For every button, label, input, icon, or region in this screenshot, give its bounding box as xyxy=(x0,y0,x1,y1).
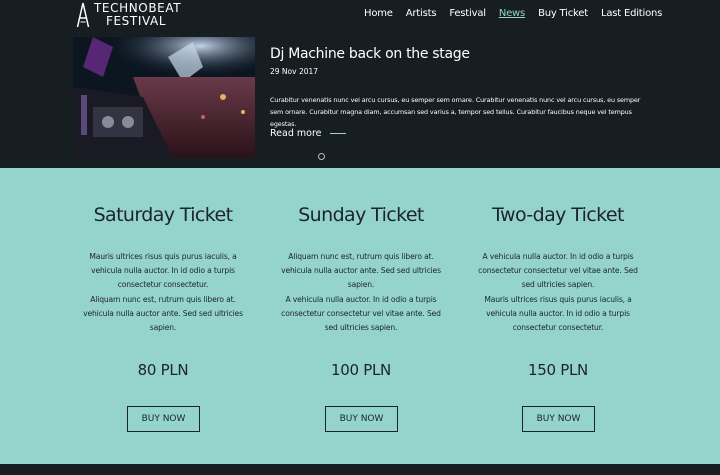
desc-line: consectetur consectetur. xyxy=(512,323,604,333)
footer-bar xyxy=(0,464,720,475)
main-nav: Home Artists Festival News Buy Ticket La… xyxy=(364,8,675,19)
desc-line: vehicula nulla auctor ante. Sed sed ultr… xyxy=(83,308,243,318)
triangle-logo-icon xyxy=(76,2,90,28)
news-date: 29 Nov 2017 xyxy=(270,67,319,76)
nav-item-home[interactable]: Home xyxy=(364,8,393,19)
ticket-price: 80 PLN xyxy=(137,361,189,379)
desc-line: A vehicula nulla auctor. In id odio a tu… xyxy=(482,252,634,261)
nav-item-buy-ticket[interactable]: Buy Ticket xyxy=(538,8,588,19)
desc-line: sed ultricies sapien. xyxy=(521,280,595,290)
dj-concert-photo xyxy=(73,37,255,158)
read-more-label: Read more xyxy=(270,128,322,139)
desc-line: vehicula nulla auctor. In id odio a turp… xyxy=(91,266,235,276)
desc-line: consectetur consectetur vel vitae ante. … xyxy=(478,266,638,276)
desc-line: consectetur consectetur. xyxy=(117,280,209,290)
nav-item-festival[interactable]: Festival xyxy=(449,8,486,19)
nav-item-news[interactable]: News xyxy=(499,8,525,19)
brand-line-2: FESTIVAL xyxy=(106,14,167,28)
buy-now-button[interactable]: BUY NOW xyxy=(522,406,595,432)
ticket-description: Mauris ultrices risus quis purus iaculis… xyxy=(73,250,253,335)
desc-line: consectetur consectetur vel vitae ante. … xyxy=(281,308,441,318)
desc-line: sed ultricies sapien. xyxy=(324,323,398,333)
news-image xyxy=(73,37,255,158)
desc-line: A vehicula nulla auctor. In id odio a tu… xyxy=(285,294,437,304)
brand-logo[interactable]: TECHNOBEAT FESTIVAL xyxy=(76,2,181,28)
brand-line-1: TECHNOBEAT xyxy=(94,1,182,15)
ticket-description: A vehicula nulla auctor. In id odio a tu… xyxy=(468,250,648,335)
desc-line: Mauris ultrices risus quis purus iaculis… xyxy=(484,294,632,304)
ticket-price: 150 PLN xyxy=(528,361,588,379)
desc-line: Mauris ultrices risus quis purus iaculis… xyxy=(89,252,237,261)
ticket-title: Two-day Ticket xyxy=(492,204,624,226)
desc-line: sapien. xyxy=(347,280,375,290)
read-more-line xyxy=(329,132,346,135)
header-section: TECHNOBEAT FESTIVAL Home Artists Festiva… xyxy=(0,0,720,168)
ticket-title: Sunday Ticket xyxy=(298,204,424,226)
news-title[interactable]: Dj Machine back on the stage xyxy=(270,46,470,62)
nav-item-artists[interactable]: Artists xyxy=(406,8,437,19)
read-more-link[interactable]: Read more xyxy=(270,128,346,139)
ticket-description: Aliquam nunc est, rutrum quis libero at.… xyxy=(271,250,451,335)
carousel-dot[interactable] xyxy=(318,153,325,160)
nav-item-last-editions[interactable]: Last Editions xyxy=(601,8,662,19)
ticket-title: Saturday Ticket xyxy=(93,204,233,226)
buy-now-button[interactable]: BUY NOW xyxy=(127,406,200,432)
buy-now-button[interactable]: BUY NOW xyxy=(325,406,398,432)
desc-line: Aliquam nunc est, rutrum quis libero at. xyxy=(288,252,434,261)
desc-line: Aliquam nunc est, rutrum quis libero at. xyxy=(90,294,236,304)
desc-line: sapien. xyxy=(149,323,177,333)
desc-line: vehicula nulla auctor. In id odio a turp… xyxy=(486,308,630,318)
desc-line: vehicula nulla auctor ante. Sed sed ultr… xyxy=(281,266,441,276)
tickets-section: Saturday Ticket Mauris ultrices risus qu… xyxy=(0,168,720,464)
news-body: Curabitur venenatis nunc vel arcu cursus… xyxy=(270,96,641,128)
ticket-price: 100 PLN xyxy=(331,361,391,379)
